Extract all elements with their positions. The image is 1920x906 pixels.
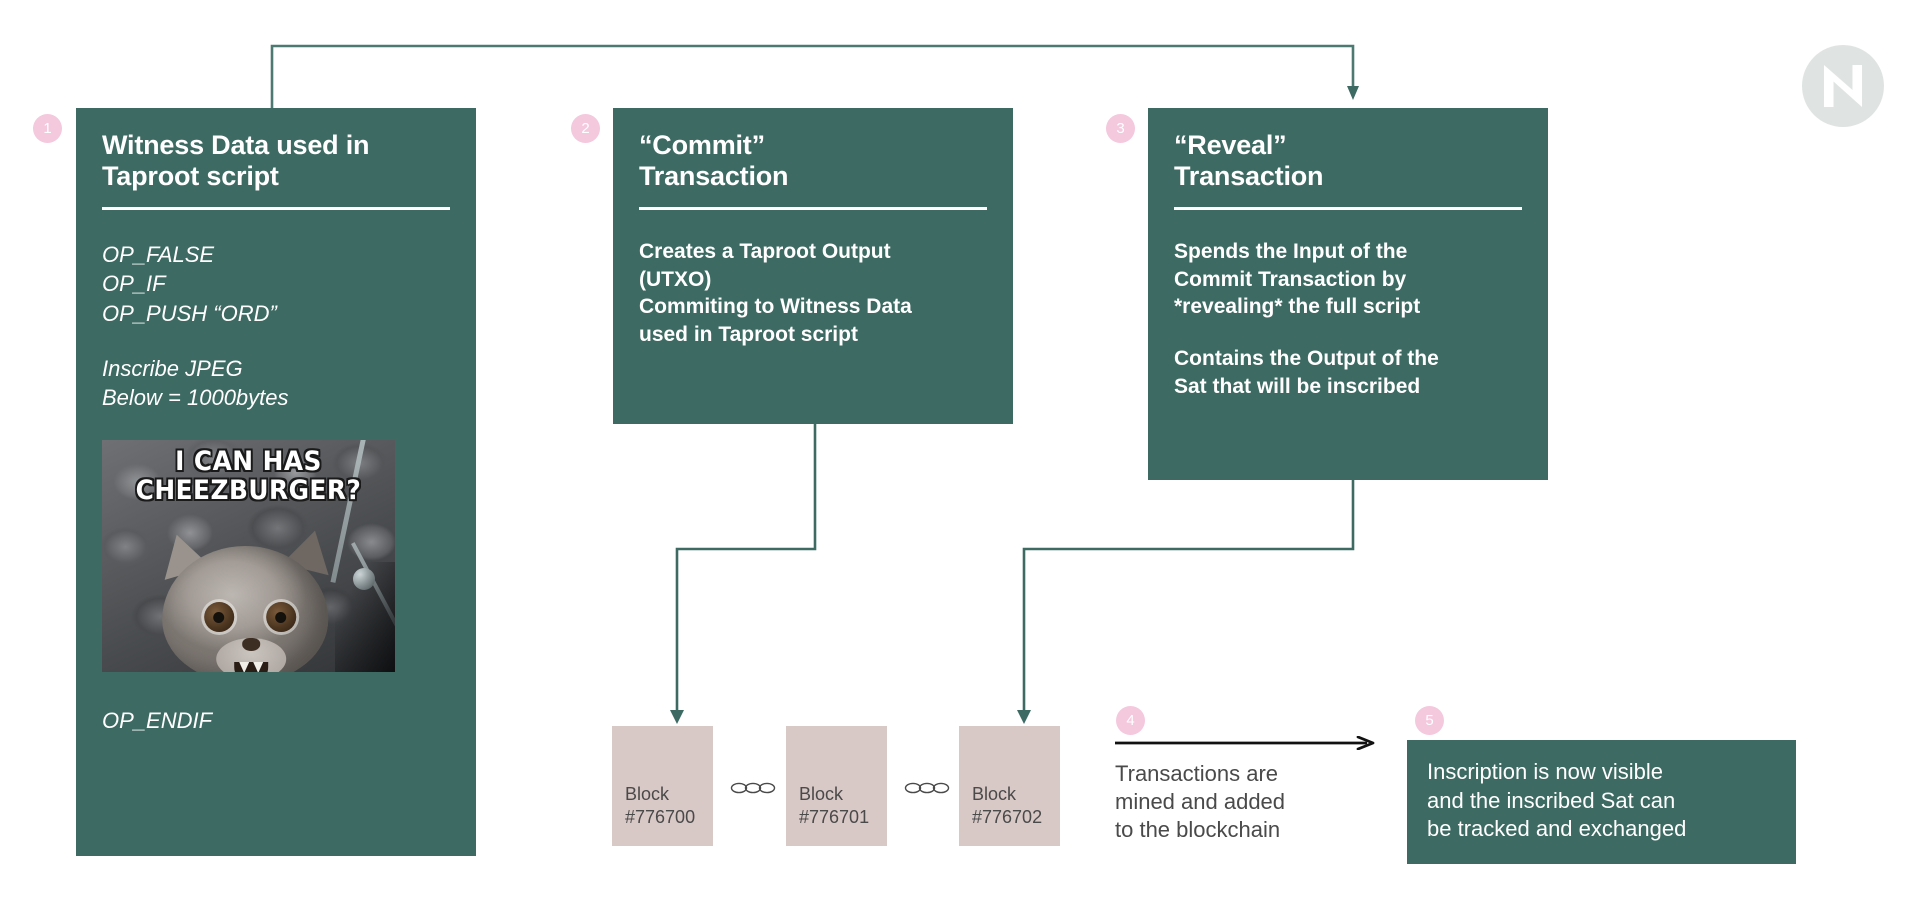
card-commit-divider — [639, 207, 987, 210]
witness-script-opcodes: OP_FALSE OP_IF OP_PUSH “ORD” — [102, 242, 277, 326]
block-label: Block #776702 — [972, 784, 1043, 827]
card-inscription-text: Inscription is now visible and the inscr… — [1427, 759, 1687, 842]
diagram-canvas: 1 Witness Data used in Taproot script OP… — [0, 0, 1920, 906]
chain-link-icon — [904, 782, 950, 794]
block-776701: Block #776701 — [786, 726, 887, 846]
block-776702: Block #776702 — [959, 726, 1060, 846]
block-label: Block #776701 — [799, 784, 870, 827]
card-reveal-body-2: Contains the Output of the Sat that will… — [1174, 347, 1439, 398]
brand-n-glyph — [1824, 65, 1862, 107]
card-inscription-visible: Inscription is now visible and the inscr… — [1407, 740, 1796, 864]
card-reveal-divider — [1174, 207, 1522, 210]
card-witness-divider — [102, 207, 450, 210]
meme-caption-text: I CAN HAS CHEEZBURGER? — [135, 446, 362, 506]
brand-n-logo-icon — [1802, 45, 1884, 127]
card-commit-body: Creates a Taproot Output (UTXO) Commitin… — [639, 240, 912, 347]
connector-witness-to-reveal — [270, 44, 1355, 110]
cat-eye-left — [203, 602, 234, 633]
arrow-down-icon-block-776700 — [670, 710, 684, 724]
card-commit-inner: “Commit” Transaction Creates a Taproot O… — [613, 108, 1013, 375]
card-reveal-title: “Reveal” Transaction — [1174, 130, 1324, 191]
meme-image-cheezburger: I CAN HAS CHEEZBURGER? — [102, 440, 395, 673]
card-witness-title: Witness Data used in Taproot script — [102, 130, 370, 191]
card-commit-title: “Commit” Transaction — [639, 130, 789, 191]
card-commit-transaction: “Commit” Transaction Creates a Taproot O… — [613, 108, 1013, 424]
cat-mouth — [233, 662, 268, 673]
cat-fang-right — [252, 662, 263, 673]
connector-commit-to-block-776700 — [675, 424, 817, 718]
cat-pupil-right — [274, 612, 286, 624]
step-badge-2: 2 — [571, 114, 600, 143]
step-mined-group: Transactions are mined and added to the … — [1115, 736, 1385, 844]
cat-illustration — [150, 525, 340, 673]
card-reveal-transaction: “Reveal” Transaction Spends the Input of… — [1148, 108, 1548, 480]
step-badge-4: 4 — [1116, 706, 1145, 735]
cat-pupil-left — [212, 612, 224, 624]
step-badge-3: 3 — [1106, 114, 1135, 143]
cat-nose — [241, 638, 260, 652]
cat-fang-left — [238, 662, 249, 673]
arrow-down-icon-reveal — [1347, 86, 1359, 100]
arrow-right-icon — [1115, 736, 1375, 750]
witness-script-endif: OP_ENDIF — [102, 708, 213, 734]
cat-eye-right — [265, 602, 296, 633]
block-776700: Block #776700 — [612, 726, 713, 846]
arrow-down-icon-block-776702 — [1017, 710, 1031, 724]
step-badge-5: 5 — [1415, 706, 1444, 735]
card-witness-inner: Witness Data used in Taproot script OP_F… — [76, 108, 476, 762]
card-reveal-body-1: Spends the Input of the Commit Transacti… — [1174, 240, 1421, 319]
meme-vignette — [335, 562, 395, 673]
chain-link-icon — [730, 782, 776, 794]
witness-inscribe-note: Inscribe JPEG Below = 1000bytes — [102, 355, 289, 410]
connector-reveal-to-block-776702 — [1022, 480, 1355, 718]
step-mined-text: Transactions are mined and added to the … — [1115, 761, 1286, 842]
block-label: Block #776700 — [625, 784, 696, 827]
card-witness-data: Witness Data used in Taproot script OP_F… — [76, 108, 476, 856]
step-badge-1: 1 — [33, 114, 62, 143]
card-reveal-inner: “Reveal” Transaction Spends the Input of… — [1148, 108, 1548, 427]
